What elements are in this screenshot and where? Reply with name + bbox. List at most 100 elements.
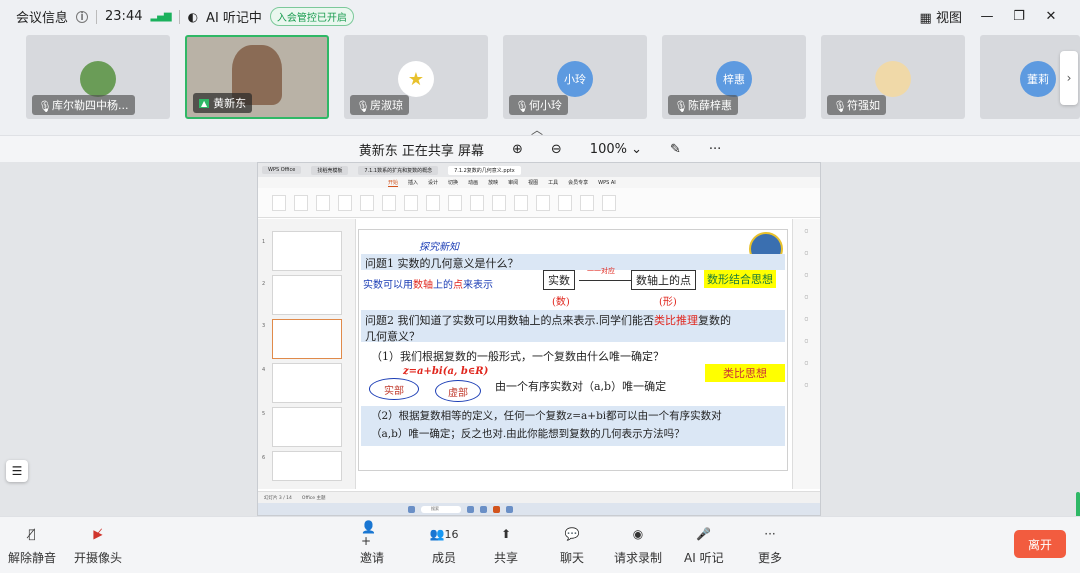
more-options-icon[interactable]: ··· — [709, 142, 721, 157]
participant-tile[interactable]: 🎙 符强如 — [821, 35, 965, 119]
unmute-button[interactable]: 🎙̸ 解除静音 — [8, 525, 56, 566]
ribbon-button[interactable] — [404, 194, 418, 211]
avatar: 梓惠 — [716, 61, 752, 97]
wps-ribbon — [258, 188, 820, 218]
menu-item[interactable]: 动画 — [468, 179, 478, 186]
camera-off-icon: ▶̸ — [93, 527, 103, 541]
next-page-button[interactable]: › — [1060, 51, 1078, 105]
taskbar-app-icon[interactable] — [480, 505, 487, 513]
members-button[interactable]: 👥 16 成员 — [426, 525, 462, 566]
participant-tile[interactable]: ★ 🎙 房淑琼 — [344, 35, 488, 119]
ribbon-button[interactable] — [382, 194, 396, 211]
meeting-toolbar: 🎙̸ 解除静音 ▶̸ 开摄像头 👤+ 邀请 👥 16 成员 ⬆ 共享 💬 聊天 ◉… — [0, 516, 1080, 573]
sharer-name: 黄新东 — [358, 143, 398, 159]
tool-button[interactable]: ▢ — [793, 351, 820, 373]
camera-button[interactable]: ▶̸ 开摄像头 — [74, 525, 122, 566]
tool-button[interactable]: ▢ — [793, 241, 820, 263]
ribbon-button[interactable] — [492, 194, 506, 211]
security-badge[interactable]: 入会管控已开启 — [269, 7, 354, 26]
participant-tile[interactable]: 🎙 库尔勒四中杨... — [26, 35, 170, 119]
menu-item[interactable]: 工具 — [548, 179, 558, 186]
chat-button[interactable]: 💬 聊天 — [560, 525, 584, 566]
close-icon[interactable]: ✕ — [1044, 9, 1058, 24]
view-button[interactable]: ▦ 视图 — [920, 7, 962, 26]
more-button[interactable]: ··· 更多 — [758, 525, 782, 566]
tool-button[interactable]: ▢ — [793, 263, 820, 285]
share-button[interactable]: ⬆ 共享 — [494, 525, 518, 566]
menu-item[interactable]: 设计 — [428, 179, 438, 186]
slide-thumbnail[interactable] — [272, 275, 342, 315]
avatar — [875, 61, 911, 97]
ribbon-button[interactable] — [272, 194, 286, 211]
wps-tab[interactable]: 7.1.1数系的扩充和复数的概念 — [358, 165, 439, 175]
menu-item[interactable]: 切换 — [448, 179, 458, 186]
menu-item[interactable]: 视图 — [528, 179, 538, 186]
taskbar-app-icon[interactable] — [467, 505, 474, 513]
shape-tag: (形) — [659, 297, 677, 308]
menu-item[interactable]: 审阅 — [508, 179, 518, 186]
ribbon-button[interactable] — [580, 194, 594, 211]
tool-button[interactable]: ▢ — [793, 373, 820, 395]
leave-button[interactable]: 离开 — [1014, 530, 1066, 558]
ribbon-button[interactable] — [602, 194, 616, 211]
floating-chat-icon[interactable]: ☰ — [6, 460, 28, 482]
participant-tile[interactable]: 梓惠 🎙 陈薛梓惠 — [662, 35, 806, 119]
minimize-icon[interactable]: — — [980, 9, 994, 24]
current-slide[interactable]: 探究新知 问题1 实数的几何意义是什么？ 实数可以用数轴上的点来表示 实数 一一… — [358, 229, 788, 471]
ai-notes-button[interactable]: 🎤 AI 听记 — [684, 525, 724, 566]
ribbon-button[interactable] — [514, 194, 528, 211]
menu-item[interactable]: 放映 — [488, 179, 498, 186]
tool-button[interactable]: ▢ — [793, 285, 820, 307]
share-status: 黄新东 正在共享 屏幕 — [359, 140, 484, 159]
zoom-in-icon[interactable]: ⊕ — [512, 142, 523, 157]
ribbon-button[interactable] — [470, 194, 484, 211]
slide-thumbnail[interactable] — [272, 231, 342, 271]
zoom-level[interactable]: 100% ⌄ — [590, 142, 642, 157]
annotate-pen-icon[interactable]: ✎ — [670, 142, 681, 157]
ribbon-button[interactable] — [360, 194, 374, 211]
ribbon-button[interactable] — [338, 194, 352, 211]
restore-icon[interactable]: ❐ — [1012, 9, 1026, 24]
info-icon[interactable]: i — [76, 10, 89, 23]
meeting-info-label[interactable]: 会议信息 — [16, 7, 68, 26]
ribbon-button[interactable] — [448, 194, 462, 211]
tool-button[interactable]: ▢ — [793, 307, 820, 329]
taskbar-search[interactable]: 搜索 — [421, 505, 461, 513]
slide-thumbnail[interactable] — [272, 451, 342, 481]
slide-thumbnail-selected[interactable] — [272, 319, 342, 359]
start-icon[interactable] — [408, 505, 415, 513]
participant-tile-speaking[interactable]: ▲ 黄新东 — [185, 35, 329, 119]
ribbon-button[interactable] — [426, 194, 440, 211]
menu-item[interactable]: 会员专享 — [568, 179, 588, 186]
ribbon-button[interactable] — [294, 194, 308, 211]
participant-tile[interactable]: 小玲 🎙 何小玲 — [503, 35, 647, 119]
invite-button[interactable]: 👤+ 邀请 — [360, 520, 384, 566]
ribbon-button[interactable] — [316, 194, 330, 211]
member-count: 16 — [444, 527, 459, 541]
tool-button[interactable]: ▢ — [793, 219, 820, 241]
wps-status-bar: 幻灯片 3 / 14 Office 主题 — [258, 491, 820, 503]
ai-status[interactable]: AI 听记中 — [206, 7, 262, 26]
taskbar-app-icon[interactable] — [506, 505, 513, 513]
taskbar-app-icon[interactable] — [493, 505, 500, 513]
chevron-right-icon: › — [1066, 71, 1072, 85]
menu-item[interactable]: 插入 — [408, 179, 418, 186]
shared-screen[interactable]: WPS Office 找稻壳模板 7.1.1数系的扩充和复数的概念 7.1.2复… — [257, 162, 821, 516]
slide-thumbnail[interactable] — [272, 407, 342, 447]
ribbon-button[interactable] — [536, 194, 550, 211]
more-dots-icon: ··· — [764, 527, 776, 541]
mic-icon: 🎙 — [674, 100, 688, 113]
grid-icon: ▦ — [919, 11, 932, 26]
slide-thumbnail[interactable] — [272, 363, 342, 403]
record-request-button[interactable]: ◉ 请求录制 — [614, 525, 662, 566]
imaginary-part-ellipse: 虚部 — [435, 380, 481, 402]
wps-tab-active[interactable]: 7.1.2复数的几何意义.pptx — [448, 165, 521, 175]
menu-item[interactable]: WPS AI — [598, 180, 616, 186]
ribbon-button[interactable] — [558, 194, 572, 211]
zoom-out-icon[interactable]: ⊖ — [551, 142, 562, 157]
tool-button[interactable]: ▢ — [793, 329, 820, 351]
wps-tab[interactable]: WPS Office — [262, 166, 302, 174]
sub-question-2-cont: （a,b）唯一确定；反之也对.由此你能想到复数的几何表示方法吗？ — [371, 428, 685, 440]
menu-item[interactable]: 开始 — [388, 179, 399, 187]
wps-tab[interactable]: 找稻壳模板 — [311, 165, 349, 175]
